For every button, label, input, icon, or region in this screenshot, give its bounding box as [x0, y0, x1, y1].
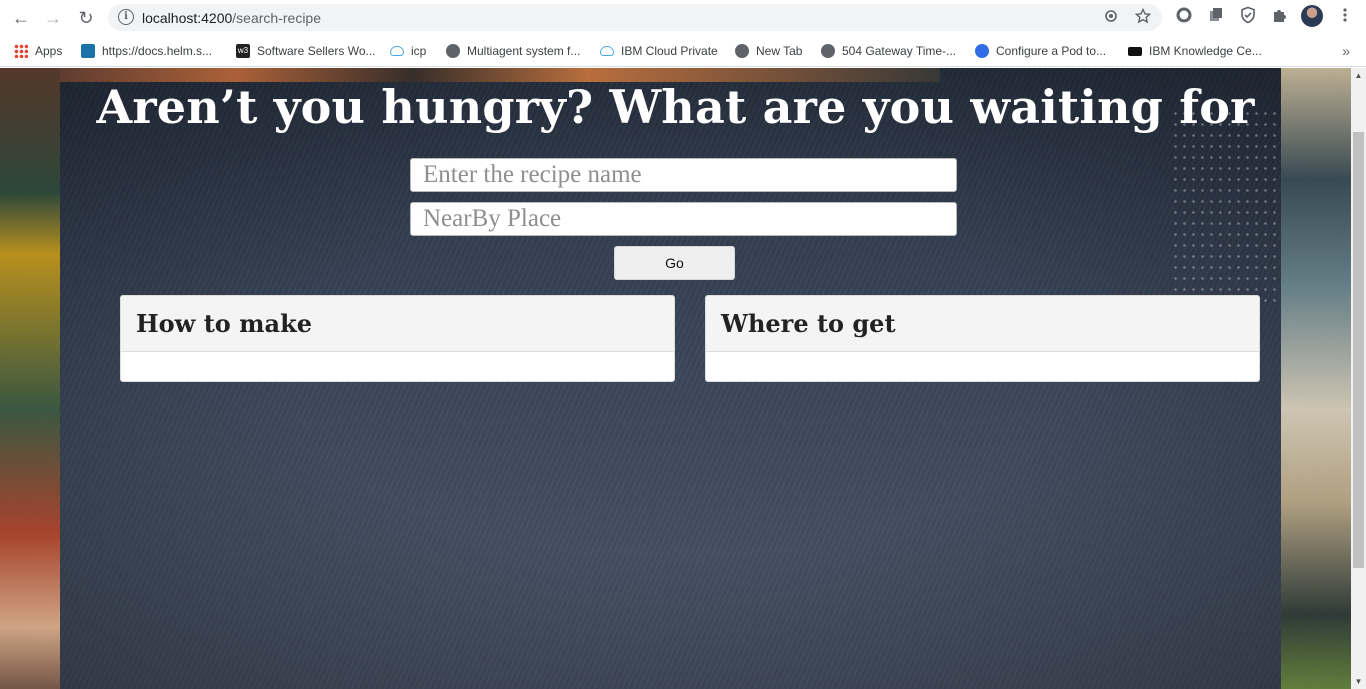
w3-icon: w3 [236, 44, 250, 58]
bookmark-apps[interactable]: Apps [14, 42, 62, 60]
bookmark-label: icp [411, 44, 427, 58]
page-viewport: Aren’t you hungry? What are you waiting … [0, 68, 1351, 689]
forward-arrow-icon: → [44, 7, 62, 28]
bookmark-label: Multiagent system f... [467, 44, 581, 58]
globe-icon [821, 44, 835, 58]
url-path: /search-recipe [232, 10, 321, 26]
location-icon[interactable] [1101, 8, 1121, 28]
bookmark-label: IBM Knowledge Ce... [1149, 44, 1262, 58]
bookmark-label: Software Sellers Wo... [257, 44, 376, 58]
bookmark-star-icon[interactable] [1133, 7, 1153, 28]
reload-button[interactable]: ↻ [73, 5, 99, 31]
go-button[interactable]: Go [614, 246, 735, 280]
profile-avatar[interactable] [1301, 5, 1323, 27]
back-arrow-icon: ← [12, 7, 30, 28]
nearby-place-input[interactable] [410, 202, 957, 236]
bookmark-configure-pod[interactable]: Configure a Pod to... [975, 42, 1106, 60]
bookmark-label: New Tab [756, 44, 803, 58]
helm-icon [81, 44, 95, 58]
recipe-name-input[interactable] [410, 158, 957, 192]
bookmark-helm-docs[interactable]: https://docs.helm.s... [81, 42, 212, 60]
how-to-make-card: How to make [120, 295, 675, 382]
card-header: How to make [121, 296, 674, 352]
bookmark-software-sellers[interactable]: w3 Software Sellers Wo... [236, 42, 376, 60]
url-text: localhost:4200/search-recipe [142, 10, 321, 26]
globe-icon [735, 44, 749, 58]
kubernetes-icon [975, 44, 989, 58]
scroll-down-arrow-icon[interactable]: ▼ [1351, 674, 1366, 689]
card-header: Where to get [706, 296, 1259, 352]
extension-shield-icon[interactable] [1236, 6, 1260, 30]
site-info-icon[interactable]: i [118, 9, 134, 25]
bookmark-icp[interactable]: icp [390, 42, 426, 60]
bookmark-ibm-knowledge[interactable]: IBM Knowledge Ce... [1128, 42, 1262, 60]
address-bar[interactable]: i localhost:4200/search-recipe [108, 4, 1162, 31]
back-button[interactable]: ← [8, 5, 34, 31]
bookmarks-overflow-chevron-icon[interactable]: » [1342, 43, 1350, 59]
bookmark-label: Configure a Pod to... [996, 44, 1107, 58]
page-heading: Aren’t you hungry? What are you waiting … [96, 80, 1255, 134]
bookmark-new-tab[interactable]: New Tab [735, 42, 802, 60]
background-food-left [0, 68, 60, 689]
reload-icon: ↻ [78, 7, 94, 28]
chrome-menu-icon[interactable] [1333, 6, 1357, 30]
ibm-icon [1128, 46, 1142, 56]
bookmark-504-gateway[interactable]: 504 Gateway Time-... [821, 42, 956, 60]
forward-button[interactable]: → [40, 5, 66, 31]
card-body [121, 352, 674, 381]
bookmark-ibm-cloud-private[interactable]: IBM Cloud Private [600, 42, 718, 60]
background-food-right [1281, 68, 1351, 689]
bookmark-label: https://docs.helm.s... [102, 44, 213, 58]
scroll-up-arrow-icon[interactable]: ▲ [1351, 68, 1366, 83]
browser-toolbar: ← → ↻ i localhost:4200/search-recipe [0, 0, 1366, 35]
background-salt [1171, 108, 1281, 308]
cloud-icon [600, 46, 614, 56]
globe-icon [446, 44, 460, 58]
where-to-get-card: Where to get [705, 295, 1260, 382]
extensions-puzzle-icon[interactable] [1268, 6, 1292, 30]
extension-copy-icon[interactable] [1204, 6, 1228, 30]
extension-sync-icon[interactable] [1172, 6, 1196, 30]
page-scrollbar[interactable]: ▲ ▼ [1351, 68, 1366, 689]
bookmark-multiagent[interactable]: Multiagent system f... [446, 42, 580, 60]
bookmarks-bar: Apps https://docs.helm.s... w3 Software S… [0, 35, 1366, 67]
cloud-icon [390, 46, 404, 56]
bookmark-label: 504 Gateway Time-... [842, 44, 957, 58]
scrollbar-thumb[interactable] [1353, 132, 1364, 568]
url-host: localhost:4200 [142, 10, 233, 26]
card-body [706, 352, 1259, 381]
apps-grid-icon [14, 44, 28, 58]
bookmark-label: IBM Cloud Private [621, 44, 718, 58]
bookmark-label: Apps [35, 44, 63, 58]
